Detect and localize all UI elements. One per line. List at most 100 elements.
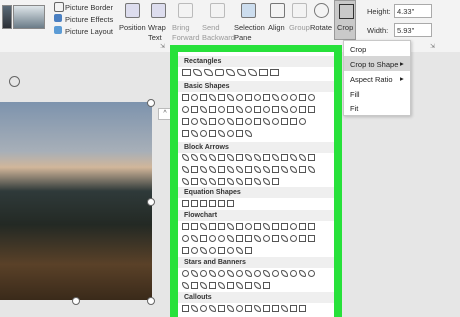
shape-option[interactable]	[254, 282, 261, 289]
shape-option[interactable]	[245, 235, 252, 242]
shape-option[interactable]	[254, 166, 261, 173]
rotate-button[interactable]: Rotate	[310, 23, 332, 32]
align-button[interactable]: Align	[268, 23, 285, 32]
shape-option[interactable]	[236, 178, 243, 185]
shape-option[interactable]	[218, 235, 225, 242]
shape-option[interactable]	[290, 154, 297, 161]
send-backward-button[interactable]: Send Backward	[202, 23, 235, 43]
shape-option[interactable]	[236, 166, 243, 173]
shape-option[interactable]	[281, 270, 288, 277]
shape-option[interactable]	[200, 130, 207, 137]
wrap-text-button[interactable]: Wrap Text	[148, 23, 168, 43]
shape-option[interactable]	[263, 270, 270, 277]
picture-style-thumbnail-2[interactable]	[13, 5, 45, 29]
shape-option[interactable]	[191, 235, 198, 242]
size-group-launcher-icon[interactable]: ⇲	[430, 43, 435, 50]
shape-option[interactable]	[191, 282, 198, 289]
crop-menu-fit[interactable]: Fit	[344, 101, 410, 115]
shape-option[interactable]	[200, 154, 207, 161]
shape-option[interactable]	[191, 130, 198, 137]
shape-option[interactable]	[191, 270, 198, 277]
shape-option[interactable]	[227, 305, 234, 312]
picture-style-thumbnail-1[interactable]	[2, 5, 12, 29]
shape-option[interactable]	[182, 94, 189, 101]
shape-option[interactable]	[209, 154, 216, 161]
shape-option[interactable]	[191, 200, 198, 207]
shape-option[interactable]	[182, 223, 189, 230]
shape-option[interactable]	[299, 270, 306, 277]
shape-option[interactable]	[227, 154, 234, 161]
shape-option[interactable]	[200, 223, 207, 230]
shape-option[interactable]	[236, 118, 243, 125]
shape-option[interactable]	[290, 223, 297, 230]
shape-option[interactable]	[182, 118, 189, 125]
shape-option[interactable]	[270, 69, 279, 76]
shape-row[interactable]	[182, 94, 332, 104]
shape-option[interactable]	[227, 200, 234, 207]
picture-styles-launcher-icon[interactable]: ⇲	[160, 43, 165, 50]
shape-option[interactable]	[245, 270, 252, 277]
shape-option[interactable]	[281, 166, 288, 173]
shape-option[interactable]	[308, 270, 315, 277]
shape-option[interactable]	[218, 200, 225, 207]
shape-option[interactable]	[272, 178, 279, 185]
resize-handle-middle-right[interactable]	[147, 198, 155, 206]
shape-option[interactable]	[263, 235, 270, 242]
shape-option[interactable]	[281, 106, 288, 113]
rotate-handle-icon[interactable]	[9, 76, 20, 87]
shape-option[interactable]	[281, 305, 288, 312]
shape-option[interactable]	[193, 69, 202, 76]
shape-option[interactable]	[227, 118, 234, 125]
shape-option[interactable]	[218, 154, 225, 161]
shape-option[interactable]	[290, 166, 297, 173]
picture-layout-button[interactable]: Picture Layout	[65, 27, 113, 36]
shape-option[interactable]	[290, 106, 297, 113]
shape-option[interactable]	[200, 200, 207, 207]
shape-row[interactable]	[182, 106, 332, 116]
shape-row[interactable]	[182, 270, 332, 280]
shape-option[interactable]	[191, 247, 198, 254]
shape-option[interactable]	[272, 154, 279, 161]
shape-option[interactable]	[245, 223, 252, 230]
shape-option[interactable]	[204, 69, 213, 76]
shape-row[interactable]	[182, 223, 332, 233]
shape-option[interactable]	[227, 235, 234, 242]
shape-option[interactable]	[227, 270, 234, 277]
shape-option[interactable]	[272, 235, 279, 242]
position-button[interactable]: Position	[119, 23, 146, 32]
shape-option[interactable]	[200, 106, 207, 113]
shape-option[interactable]	[236, 106, 243, 113]
crop-menu-crop-to-shape[interactable]: Crop to Shape ▸	[344, 56, 410, 71]
shape-option[interactable]	[272, 106, 279, 113]
selection-pane-button[interactable]: Selection Pane	[234, 23, 265, 43]
shape-option[interactable]	[200, 247, 207, 254]
shape-option[interactable]	[254, 94, 261, 101]
shape-option[interactable]	[200, 94, 207, 101]
shape-option[interactable]	[308, 154, 315, 161]
shape-option[interactable]	[227, 282, 234, 289]
shape-option[interactable]	[236, 270, 243, 277]
group-button[interactable]: Group	[289, 23, 310, 32]
shape-row[interactable]	[182, 69, 332, 79]
shape-row[interactable]	[182, 282, 332, 292]
shape-option[interactable]	[263, 282, 270, 289]
shape-option[interactable]	[245, 166, 252, 173]
shape-option[interactable]	[191, 166, 198, 173]
shape-option[interactable]	[182, 235, 189, 242]
shape-row[interactable]	[182, 235, 332, 245]
shape-option[interactable]	[245, 94, 252, 101]
shape-option[interactable]	[281, 235, 288, 242]
shape-option[interactable]	[209, 282, 216, 289]
shape-option[interactable]	[236, 130, 243, 137]
shape-option[interactable]	[218, 166, 225, 173]
crop-menu-aspect-ratio[interactable]: Aspect Ratio ▸	[344, 71, 410, 86]
shape-option[interactable]	[227, 247, 234, 254]
shape-option[interactable]	[209, 200, 216, 207]
shape-option[interactable]	[209, 130, 216, 137]
shape-option[interactable]	[200, 282, 207, 289]
shape-option[interactable]	[263, 106, 270, 113]
shape-option[interactable]	[299, 305, 306, 312]
shape-option[interactable]	[281, 118, 288, 125]
shape-option[interactable]	[254, 178, 261, 185]
resize-handle-bottom-middle[interactable]	[72, 297, 80, 305]
